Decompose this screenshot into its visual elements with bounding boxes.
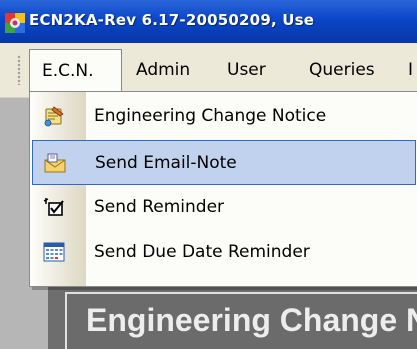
email-note-icon — [44, 153, 66, 173]
ecn-dropdown-menu: Engineering Change Notice Send Email-Not… — [29, 91, 417, 287]
reminder-checkbox-icon — [43, 198, 64, 216]
menu-truncated[interactable]: I — [396, 49, 417, 91]
form-heading: Engineering Change N — [86, 302, 417, 338]
menu-admin[interactable]: Admin — [124, 49, 202, 91]
menu-bar: E.C.N. Admin User Queries I — [0, 43, 417, 98]
menu-item-label: Engineering Change Notice — [94, 106, 327, 126]
menu-item-send-reminder[interactable]: Send Reminder — [32, 185, 416, 230]
menu-user[interactable]: User — [215, 49, 278, 91]
menu-item-label: Send Due Date Reminder — [94, 242, 310, 262]
menu-item-label: Send Email-Note — [95, 153, 237, 173]
menu-item-send-due-date-reminder[interactable]: Send Due Date Reminder — [32, 230, 416, 275]
window-title: ECN2KA-Rev 6.17-20050209, Use — [29, 11, 315, 29]
toolbar-grip[interactable] — [17, 55, 21, 85]
engineering-change-icon — [44, 106, 64, 127]
app-logo-icon — [5, 13, 25, 33]
menu-queries[interactable]: Queries — [297, 49, 387, 91]
menu-item-label: Send Reminder — [94, 197, 225, 217]
menu-item-send-email-note[interactable]: Send Email-Note — [32, 140, 416, 185]
calendar-icon — [43, 242, 65, 262]
title-bar[interactable]: ECN2KA-Rev 6.17-20050209, Use — [0, 0, 417, 43]
menu-item-engineering-change-notice[interactable]: Engineering Change Notice — [32, 94, 416, 139]
